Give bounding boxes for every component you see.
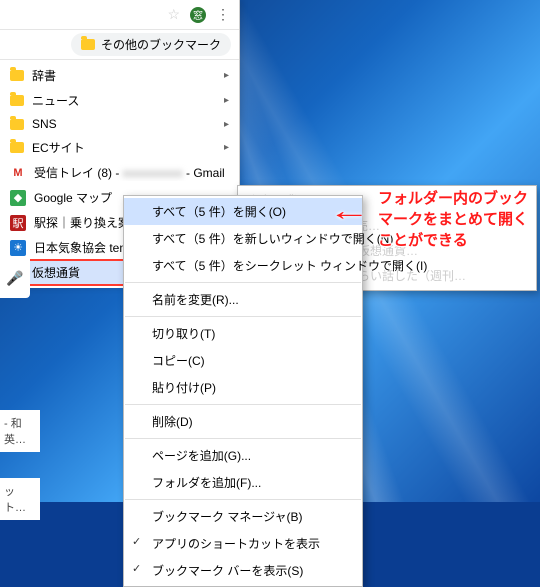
gmail-icon: M <box>10 165 26 181</box>
ctx-cut[interactable]: 切り取り(T) <box>124 320 362 347</box>
bookmark-star-icon[interactable]: ☆ <box>167 6 180 23</box>
ctx-delete[interactable]: 削除(D) <box>124 408 362 435</box>
bookmark-item-gmail[interactable]: M受信トレイ (8) - xxxxxxxxxx - Gmail <box>0 160 239 185</box>
ekitan-icon: 駅 <box>10 215 26 231</box>
microphone-icon[interactable]: 🎤 <box>6 270 23 287</box>
page-fragment: - 和英… <box>0 410 40 452</box>
tenki-icon: ☀ <box>10 240 26 256</box>
bookmark-folder[interactable]: 辞書▸ <box>0 63 239 88</box>
folder-icon <box>81 39 95 50</box>
ctx-bookmark-manager[interactable]: ブックマーク マネージャ(B) <box>124 503 362 530</box>
page-fragment: ット… <box>0 478 40 520</box>
folder-icon <box>10 119 24 130</box>
other-bookmarks-label: その他のブックマーク <box>101 36 221 53</box>
bookmark-folder[interactable]: ECサイト▸ <box>0 135 239 160</box>
ctx-add-page[interactable]: ページを追加(G)... <box>124 442 362 469</box>
separator <box>125 438 361 439</box>
folder-icon <box>10 70 24 81</box>
ctx-rename[interactable]: 名前を変更(R)... <box>124 286 362 313</box>
maps-icon: ◆ <box>10 190 26 206</box>
ctx-open-all-incognito[interactable]: すべて（5 件）をシークレット ウィンドウで開く(I) <box>124 252 362 279</box>
folder-icon <box>10 142 24 153</box>
bookmark-folder[interactable]: SNS▸ <box>0 113 239 135</box>
extension-icon[interactable]: 窓 <box>190 7 206 23</box>
chevron-right-icon: ▸ <box>224 95 229 106</box>
check-icon: ✓ <box>132 562 141 575</box>
chrome-toolbar: ☆ 窓 ⋮ <box>0 0 239 30</box>
separator <box>125 499 361 500</box>
other-bookmarks-button[interactable]: その他のブックマーク <box>71 33 231 56</box>
ctx-open-all-new-window[interactable]: すべて（5 件）を新しいウィンドウで開く(N) <box>124 225 362 252</box>
check-icon: ✓ <box>132 535 141 548</box>
separator <box>125 404 361 405</box>
annotation-text: フォルダー内のブックマークをまとめて開くことができる <box>378 188 528 251</box>
chrome-menu-icon[interactable]: ⋮ <box>216 6 229 23</box>
bookmark-folder[interactable]: ニュース▸ <box>0 88 239 113</box>
separator <box>125 282 361 283</box>
bookmarks-bar: その他のブックマーク <box>0 30 239 60</box>
ctx-show-apps-shortcut[interactable]: ✓アプリのショートカットを表示 <box>124 530 362 557</box>
ctx-add-folder[interactable]: フォルダを追加(F)... <box>124 469 362 496</box>
ctx-open-all[interactable]: すべて（5 件）を開く(O) <box>124 198 362 225</box>
ctx-show-bookmarks-bar[interactable]: ✓ブックマーク バーを表示(S) <box>124 557 362 584</box>
annotation-arrow-icon: ← <box>328 195 370 227</box>
chevron-right-icon: ▸ <box>224 70 229 81</box>
voice-search-fragment: 🎤 <box>0 258 30 298</box>
context-menu: すべて（5 件）を開く(O) すべて（5 件）を新しいウィンドウで開く(N) す… <box>123 195 363 587</box>
chevron-right-icon: ▸ <box>224 142 229 153</box>
ctx-copy[interactable]: コピー(C) <box>124 347 362 374</box>
folder-icon <box>10 95 24 106</box>
chevron-right-icon: ▸ <box>224 119 229 130</box>
ctx-paste[interactable]: 貼り付け(P) <box>124 374 362 401</box>
separator <box>125 316 361 317</box>
